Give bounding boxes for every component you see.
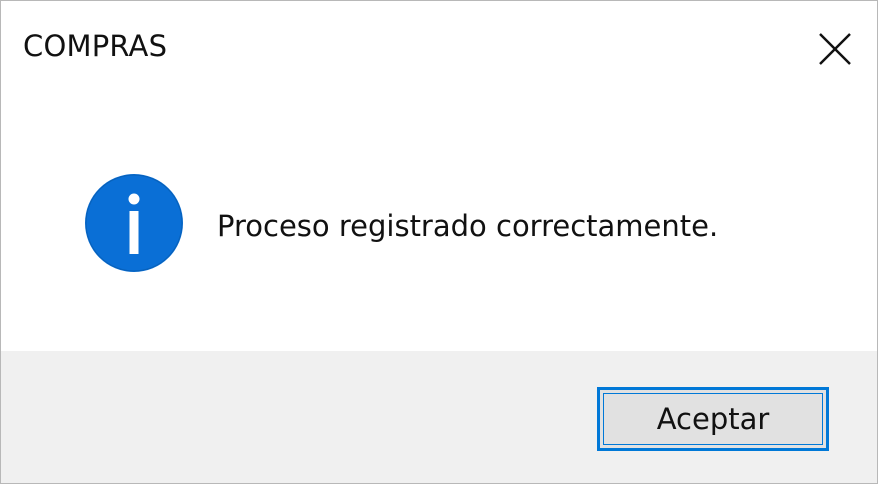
dialog-content: Proceso registrado correctamente.: [1, 97, 877, 351]
info-icon: [84, 173, 184, 273]
dialog-title: COMPRAS: [23, 29, 168, 63]
accept-button-label: Aceptar: [656, 402, 770, 436]
title-bar: COMPRAS: [1, 1, 877, 97]
close-button[interactable]: [793, 1, 877, 97]
accept-button[interactable]: Aceptar: [597, 387, 829, 451]
message-dialog: COMPRAS Proceso registrado correctamente…: [0, 0, 878, 484]
dialog-footer: Aceptar: [1, 351, 877, 483]
message-text: Proceso registrado correctamente.: [217, 209, 719, 243]
close-icon: [818, 32, 852, 66]
